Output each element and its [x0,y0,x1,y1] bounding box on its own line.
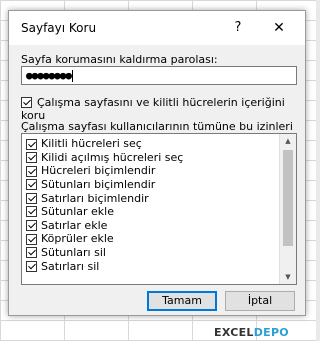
permission-checkbox[interactable] [26,247,37,259]
permission-label: Satırları sil [41,259,100,273]
permission-label: Satırlar ekle [41,218,108,232]
scrollbar-thumb[interactable] [283,150,293,246]
permission-checkbox[interactable] [26,179,37,191]
permission-checkbox[interactable] [26,260,37,272]
permission-checkbox[interactable] [26,152,37,164]
close-icon[interactable]: ✕ [267,17,291,39]
permission-item[interactable]: Sütunlar ekle [26,205,276,219]
permission-item[interactable]: Satırlar ekle [26,219,276,233]
ok-button[interactable]: Tamam [147,291,217,311]
permission-checkbox[interactable] [26,220,37,232]
permissions-items: Kilitli hücreleri seç Kilidi açılmış hücr… [26,137,276,273]
protect-sheet-dialog: Sayfayı Koru ? ✕ Sayfa korumasını kaldır… [8,10,306,316]
permission-item[interactable]: Sütunları biçimlendir [26,178,276,192]
permission-item[interactable]: Satırları biçimlendir [26,191,276,205]
permission-label: Sütunlar ekle [41,205,114,219]
password-value: ●●●●●●●● [26,69,72,82]
help-icon[interactable]: ? [227,17,249,39]
scroll-up-arrow-icon[interactable]: ▲ [280,134,296,148]
permission-item[interactable]: Köprüler ekle [26,232,276,246]
scroll-down-arrow-icon[interactable]: ▼ [280,270,296,284]
permission-item[interactable]: Sütunları sil [26,246,276,260]
watermark-logo: EXCELDEPO [214,326,289,339]
dialog-title: Sayfayı Koru [21,21,97,35]
protect-checkbox-row[interactable]: Çalışma sayfasını ve kilitli hücrelerin … [21,95,305,122]
permission-label: Köprüler ekle [41,232,114,246]
permission-item[interactable]: Hücreleri biçimlendir [26,164,276,178]
text-caret [71,70,73,82]
permission-item[interactable]: Kilidi açılmış hücreleri seç [26,151,276,165]
permission-label: Kilitli hücreleri seç [41,137,142,151]
protect-checkbox-label: Çalışma sayfasını ve kilitli hücrelerin … [21,95,285,123]
password-field[interactable]: ●●●●●●●● [21,66,297,85]
cancel-button[interactable]: İptal [225,291,295,311]
protect-checkbox[interactable] [21,96,32,108]
watermark-part1: EXCEL [214,326,254,339]
password-label: Sayfa korumasını kaldırma parolası: [21,53,218,66]
title-bar: Sayfayı Koru ? ✕ [9,11,305,45]
permission-label: Kilidi açılmış hücreleri seç [41,150,184,164]
permission-checkbox[interactable] [26,165,37,177]
list-scrollbar[interactable]: ▲ ▼ [279,134,296,284]
permission-label: Sütunları sil [41,245,106,259]
permission-item[interactable]: Kilitli hücreleri seç [26,137,276,151]
permission-checkbox[interactable] [26,192,37,204]
permission-item[interactable]: Satırları sil [26,259,276,273]
permission-label: Satırları biçimlendir [41,191,149,205]
permissions-list[interactable]: Kilitli hücreleri seç Kilidi açılmış hücr… [21,133,297,285]
permission-checkbox[interactable] [26,138,37,150]
permission-checkbox[interactable] [26,206,37,218]
permission-label: Hücreleri biçimlendir [41,164,156,178]
permission-label: Sütunları biçimlendir [41,177,156,191]
watermark-part2: DEPO [253,326,289,339]
permission-checkbox[interactable] [26,233,37,245]
